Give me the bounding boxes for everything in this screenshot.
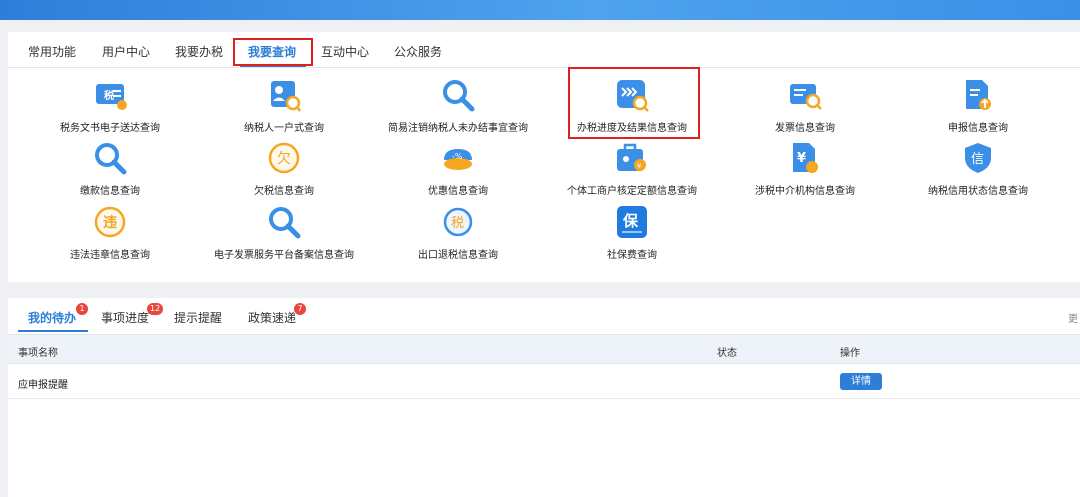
violation-glyph: 违 xyxy=(103,214,117,231)
tab-reminders[interactable]: 提示提醒 xyxy=(174,309,222,326)
column-header-status: 状态 xyxy=(717,348,737,359)
export-refund-icon: 税 xyxy=(443,207,473,237)
svg-text:-%: -% xyxy=(452,152,463,161)
yuan-glyph: ¥ xyxy=(797,151,806,166)
service-tax-document-query[interactable]: 税 税务文书电子送达查询 xyxy=(10,77,210,139)
service-label: 申报信息查询 xyxy=(948,123,1008,134)
service-credit-status-query[interactable]: 信 纳税信用状态信息查询 xyxy=(878,140,1078,202)
service-label: 出口退税信息查询 xyxy=(418,250,498,261)
service-discount-query[interactable]: -% 优惠信息查询 xyxy=(358,140,558,202)
service-label: 简易注销纳税人未办结事宜查询 xyxy=(388,123,528,134)
service-label: 优惠信息查询 xyxy=(428,186,488,197)
progress-badge: 12 xyxy=(147,303,164,315)
service-simple-deregistration-query[interactable]: 简易注销纳税人未办结事宜查询 xyxy=(358,77,558,139)
tab-my-todo[interactable]: 我的待办 xyxy=(28,309,76,326)
table-row: 应申报提醒 详情 xyxy=(8,365,1080,399)
tab-progress[interactable]: 事项进度 xyxy=(101,309,149,326)
main-tab-bar: 常用功能 用户中心 我要办税 我要查询 互动中心 公众服务 xyxy=(8,32,1080,68)
tab-user-center[interactable]: 用户中心 xyxy=(102,43,150,60)
social-glyph: 保 xyxy=(622,212,639,230)
tab-public-services[interactable]: 公众服务 xyxy=(394,43,442,60)
todo-badge: 1 xyxy=(76,303,88,315)
search-icon xyxy=(269,207,301,239)
column-header-action: 操作 xyxy=(840,348,860,359)
service-label: 税务文书电子送达查询 xyxy=(60,123,160,134)
discount-icon: -% xyxy=(444,149,472,170)
service-violation-query[interactable]: 违 违法违章信息查询 xyxy=(10,204,210,266)
service-export-refund-query[interactable]: 税 出口退税信息查询 xyxy=(358,204,558,266)
tab-highlight-box xyxy=(233,38,313,66)
todo-panel: 我的待办 1 事项进度 12 提示提醒 政策速递 7 更 事项名称 状态 操作 … xyxy=(8,298,1080,497)
service-label: 社保费查询 xyxy=(607,250,657,261)
active-tab-underline xyxy=(18,330,88,332)
service-social-insurance-query[interactable]: 保 社保费查询 xyxy=(532,204,732,266)
top-banner xyxy=(0,0,1080,20)
arrears-glyph: 欠 xyxy=(277,151,291,167)
service-label: 电子发票服务平台备案信息查询 xyxy=(214,250,354,261)
social-insurance-icon: 保 xyxy=(617,206,647,238)
policy-badge: 7 xyxy=(294,303,306,315)
service-declaration-query[interactable]: 申报信息查询 xyxy=(878,77,1078,139)
column-header-name: 事项名称 xyxy=(18,348,58,359)
service-e-invoice-filing-query[interactable]: 电子发票服务平台备案信息查询 xyxy=(184,204,384,266)
tab-interaction-center[interactable]: 互动中心 xyxy=(321,43,369,60)
credit-glyph: 信 xyxy=(971,152,984,167)
taxpayer-profile-icon xyxy=(271,81,301,112)
refund-glyph: 税 xyxy=(451,216,464,231)
tax-glyph: 税 xyxy=(104,89,114,102)
service-taxpayer-profile-query[interactable]: 纳税人一户式查询 xyxy=(184,77,384,139)
declaration-icon xyxy=(966,80,991,110)
row-item-name: 应申报提醒 xyxy=(18,380,68,391)
service-label: 个体工商户核定定额信息查询 xyxy=(567,186,697,197)
credit-shield-icon: 信 xyxy=(965,143,991,173)
service-payment-query[interactable]: 缴款信息查询 xyxy=(10,140,210,202)
service-label: 纳税信用状态信息查询 xyxy=(928,186,1028,197)
service-individual-business-quota-query[interactable]: ¥ 个体工商户核定定额信息查询 xyxy=(532,140,732,202)
query-services-panel: 常用功能 用户中心 我要办税 我要查询 互动中心 公众服务 税 税务文书电子送达… xyxy=(8,32,1080,282)
service-tax-agency-query[interactable]: ¥ 涉税中介机构信息查询 xyxy=(705,140,905,202)
table-header: 事项名称 状态 操作 xyxy=(8,334,1080,364)
tab-tax-handling[interactable]: 我要办税 xyxy=(175,43,223,60)
business-search-icon: ¥ xyxy=(617,143,646,171)
service-tax-arrears-query[interactable]: 欠 欠税信息查询 xyxy=(184,140,384,202)
svg-text:¥: ¥ xyxy=(637,162,642,170)
detail-button[interactable]: 详情 xyxy=(840,373,882,390)
invoice-search-icon xyxy=(790,84,822,110)
service-highlight-box xyxy=(568,67,700,139)
tab-policy-news[interactable]: 政策速递 xyxy=(248,309,296,326)
service-label: 违法违章信息查询 xyxy=(70,250,150,261)
more-link[interactable]: 更 xyxy=(1068,310,1078,325)
search-icon xyxy=(95,143,127,175)
agency-icon: ¥ xyxy=(793,143,818,173)
service-label: 涉税中介机构信息查询 xyxy=(755,186,855,197)
service-label: 纳税人一户式查询 xyxy=(244,123,324,134)
tax-document-icon: 税 xyxy=(96,84,127,110)
arrears-icon: 欠 xyxy=(268,142,300,174)
violation-icon: 违 xyxy=(94,206,126,238)
service-label: 欠税信息查询 xyxy=(254,186,314,197)
search-icon xyxy=(443,80,475,112)
service-label: 缴款信息查询 xyxy=(80,186,140,197)
tab-common-functions[interactable]: 常用功能 xyxy=(28,43,76,60)
service-invoice-query[interactable]: 发票信息查询 xyxy=(705,77,905,139)
service-label: 发票信息查询 xyxy=(775,123,835,134)
